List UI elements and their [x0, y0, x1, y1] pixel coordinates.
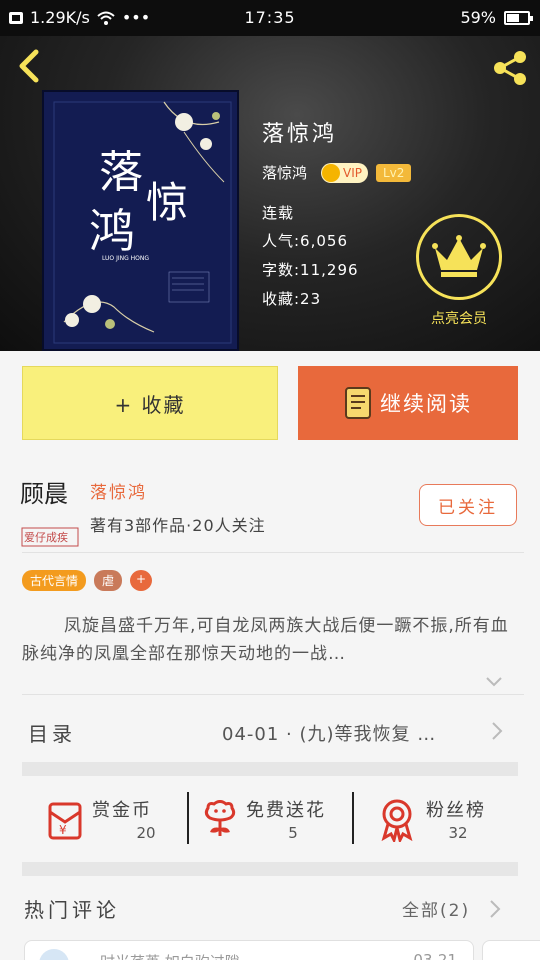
author-row: 落惊鸿 VIP Lv2 — [262, 162, 482, 183]
share-icon — [494, 51, 526, 85]
tag-genre[interactable]: 古代言情 — [22, 570, 87, 591]
avatar-script: 顾晨 — [20, 480, 68, 508]
tag-theme[interactable]: 虐 — [94, 570, 123, 591]
chevron-right-icon — [492, 722, 503, 740]
book-icon — [345, 387, 371, 419]
svg-text:¥: ¥ — [59, 823, 67, 837]
book-title: 落惊鸿 — [262, 122, 338, 147]
serial-status: 连载 — [262, 204, 295, 222]
medal-icon — [381, 799, 413, 842]
author-avatar-art: 顾晨 爱仔成疾 — [20, 464, 80, 548]
free-flower-button[interactable]: 免费送花 5 — [202, 792, 352, 848]
section-separator — [22, 862, 518, 876]
commenter-avatar — [39, 949, 69, 960]
flower-icon — [204, 800, 236, 836]
avatar-stamp: 爱仔成疾 — [24, 530, 68, 544]
book-info: 落惊鸿 落惊鸿 VIP Lv2 连载 人气:6,056 字数:11,296 收藏… — [262, 116, 412, 308]
follow-button[interactable]: 已关注 — [419, 484, 517, 526]
share-button[interactable] — [490, 48, 530, 88]
crown-icon — [432, 235, 486, 277]
author-name[interactable]: 落惊鸿 — [90, 478, 147, 503]
stat-value: 32 — [448, 824, 468, 842]
battery-icon — [504, 10, 533, 25]
word-count: 字数:11,296 — [262, 261, 359, 279]
book-author[interactable]: 落惊鸿 — [262, 162, 307, 183]
cover-artwork: 落 惊 鸿 LUO JING HONG — [44, 92, 237, 349]
divider — [22, 552, 524, 553]
section-separator — [22, 762, 518, 776]
all-comments-link[interactable]: 全部(2) — [402, 896, 470, 921]
member-button[interactable] — [416, 214, 502, 300]
stat-title: 免费送花 — [246, 800, 326, 821]
popularity: 人气:6,056 — [262, 232, 348, 250]
stat-title: 赏金币 — [92, 800, 152, 821]
author-avatar[interactable]: 顾晨 爱仔成疾 — [20, 464, 80, 548]
chevron-down-icon — [486, 677, 502, 687]
battery-percent: 59% — [460, 8, 496, 27]
book-header: 落 惊 鸿 LUO JING HONG 落惊鸿 落惊鸿 VIP Lv2 连载 人… — [0, 36, 540, 351]
author-description: 著有3部作品·20人关注 — [90, 516, 266, 535]
status-bar: 1.29K/s ••• 17:35 59% — [0, 0, 540, 36]
cover-title-2: 惊 — [146, 178, 188, 227]
hot-comments-title: 热门评论 — [24, 898, 120, 922]
continue-reading-button[interactable]: 继续阅读 — [298, 366, 518, 440]
reward-coins-button[interactable]: ¥ 赏金币 20 — [44, 792, 194, 848]
cover-title-1: 落 — [99, 147, 143, 198]
book-cover[interactable]: 落 惊 鸿 LUO JING HONG — [42, 90, 239, 351]
stat-value: 20 — [136, 824, 156, 842]
tag-list: 古代言情 虐 + — [22, 570, 153, 591]
divider — [22, 694, 524, 695]
back-button[interactable] — [12, 46, 48, 86]
add-favorite-button[interactable]: + 收藏 — [22, 366, 278, 440]
red-envelope-icon: ¥ — [48, 802, 82, 840]
expand-button[interactable] — [484, 674, 504, 693]
stat-title: 粉丝榜 — [426, 800, 486, 821]
level-badge: Lv2 — [376, 163, 412, 182]
cover-pinyin: LUO JING HONG — [102, 255, 149, 262]
vip-badge: VIP — [321, 162, 368, 183]
member-label[interactable]: 点亮会员 — [404, 308, 514, 328]
favorites-count: 收藏:23 — [262, 290, 322, 308]
stat-value: 5 — [288, 824, 298, 842]
toc-label: 目录 — [28, 722, 76, 746]
latest-chapter: 04-01 · (九)等我恢复 … — [222, 724, 437, 745]
comment-card[interactable] — [482, 940, 540, 960]
status-time: 17:35 — [244, 8, 296, 27]
smiley-icon — [322, 163, 341, 182]
continue-reading-label: 继续阅读 — [380, 392, 472, 416]
back-arrow-icon — [19, 49, 39, 83]
add-tag-button[interactable]: + — [130, 570, 153, 591]
cover-title-3: 鸿 — [89, 204, 135, 258]
chevron-right-icon[interactable] — [488, 898, 502, 920]
comment-preview: …时光荏苒,如白驹过隙 — [85, 951, 240, 960]
stat-separator — [187, 792, 189, 844]
fan-ranking-button[interactable]: 粉丝榜 32 — [378, 792, 518, 848]
comment-card[interactable]: …时光荏苒,如白驹过隙 03-21 — [24, 940, 474, 960]
stat-separator — [352, 792, 354, 844]
battery-level — [507, 13, 519, 22]
synopsis[interactable]: 凤旋昌盛千万年,可自龙凤两族大战后便一蹶不振,所有血脉纯净的凤凰全部在那惊天动地… — [22, 612, 520, 668]
toc-row[interactable]: 目录 04-01 · (九)等我恢复 … — [22, 706, 518, 756]
comment-date: 03-21 — [413, 951, 457, 960]
vip-label: VIP — [343, 165, 362, 180]
stats-row: ¥ 赏金币 20 免费送花 5 粉丝榜 32 — [22, 780, 518, 860]
